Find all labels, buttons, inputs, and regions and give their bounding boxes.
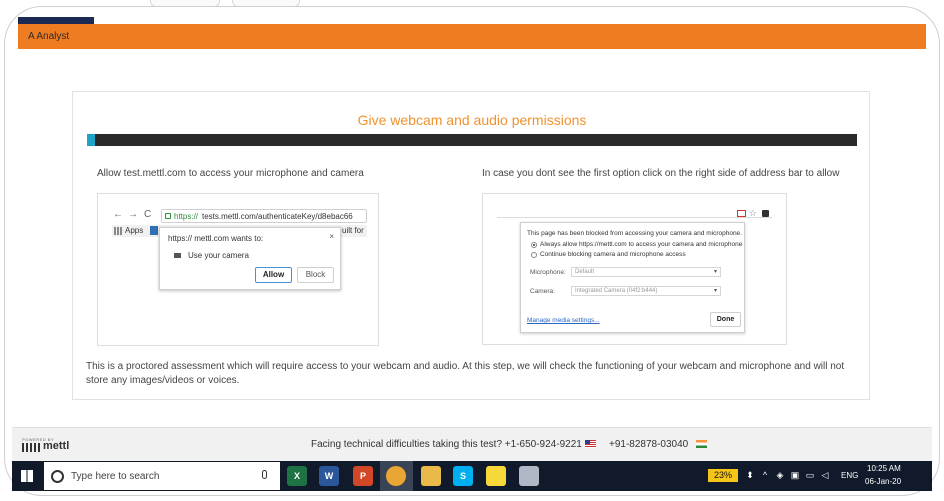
url-path: tests.mettl.com/authenticateKey/d8ebac66 bbox=[202, 212, 353, 221]
windows-start-icon[interactable] bbox=[21, 470, 33, 482]
right-instruction: In case you dont see the first option cl… bbox=[482, 168, 840, 179]
chevron-down-icon: ▾ bbox=[713, 288, 717, 294]
permissions-card: Give webcam and audio permissions Allow … bbox=[72, 91, 870, 400]
bookmark-favicon-icon bbox=[150, 226, 158, 235]
support-phone-india: +91-82878-03040 bbox=[609, 439, 689, 450]
bookmark-apps: Apps bbox=[125, 226, 144, 235]
volume-muted-icon[interactable]: ◁ bbox=[820, 470, 830, 481]
clock-time[interactable]: 10:25 AM bbox=[867, 464, 901, 473]
app-title: A Analyst bbox=[28, 31, 70, 42]
example-address-row: ← → C https:// tests.mettl.com/authentic… bbox=[113, 209, 368, 223]
clock-date[interactable]: 06-Jan-20 bbox=[865, 477, 901, 486]
allow-prompt-example: ← → C https:// tests.mettl.com/authentic… bbox=[97, 193, 379, 346]
microphone-value: Default bbox=[575, 269, 595, 275]
support-text: Facing technical difficulties taking thi… bbox=[311, 439, 582, 450]
back-arrow-icon: ← bbox=[113, 209, 123, 220]
close-icon: × bbox=[329, 232, 334, 241]
option-allow: Always allow https://mettl.com to access… bbox=[540, 241, 743, 248]
powerpoint-app-icon[interactable]: P bbox=[353, 466, 373, 486]
forward-arrow-icon: → bbox=[128, 209, 138, 220]
sticky-notes-app-icon[interactable] bbox=[486, 466, 506, 486]
step-progress-fill bbox=[87, 134, 95, 146]
radio-block bbox=[531, 252, 537, 258]
camera-blocked-icon bbox=[737, 210, 746, 217]
chevron-down-icon: ▾ bbox=[713, 269, 717, 275]
india-flag-icon bbox=[696, 440, 707, 448]
prompt-permission: Use your camera bbox=[188, 251, 249, 260]
camera-label: Camera: bbox=[530, 288, 555, 295]
permission-prompt: https:// mettl.com wants to: × Use your … bbox=[159, 227, 341, 290]
input-language[interactable]: ENG bbox=[841, 471, 858, 480]
reload-icon: C bbox=[144, 209, 152, 220]
microphone-icon[interactable] bbox=[262, 470, 267, 479]
us-flag-icon bbox=[585, 440, 596, 448]
apps-grid-icon bbox=[114, 227, 122, 235]
step-progress-bar bbox=[87, 134, 857, 146]
card-heading: Give webcam and audio permissions bbox=[357, 112, 587, 128]
cortana-icon bbox=[51, 470, 64, 483]
star-icon: ☆ bbox=[749, 208, 758, 218]
example-address-bar: https:// tests.mettl.com/authenticateKey… bbox=[161, 209, 367, 223]
url-scheme: https:// bbox=[174, 212, 199, 221]
paint-app-icon[interactable] bbox=[519, 466, 539, 486]
lock-icon bbox=[165, 213, 171, 219]
extension-icon bbox=[762, 210, 769, 217]
microphone-label: Microphone: bbox=[530, 269, 566, 276]
bookmark-trailing: uilt for bbox=[342, 226, 364, 235]
option-block: Continue blocking camera and microphone … bbox=[540, 251, 686, 258]
screenshot: A Analyst Give webcam and audio permissi… bbox=[0, 0, 944, 501]
word-app-icon[interactable]: W bbox=[319, 466, 339, 486]
shield-icon[interactable]: ◈ bbox=[775, 470, 785, 481]
proctoring-disclaimer: This is a proctored assessment which wil… bbox=[86, 361, 845, 386]
camera-select: Integrated Camera (04f2:b444) ▾ bbox=[571, 286, 721, 296]
blocked-settings-example: ☆ This page has been blocked from access… bbox=[482, 193, 787, 345]
usb-icon[interactable]: ⬍ bbox=[745, 470, 755, 481]
microphone-select: Default ▾ bbox=[571, 267, 721, 277]
excel-app-icon[interactable]: X bbox=[287, 466, 307, 486]
windows-taskbar: Type here to search XWP S 23% ⬍ ^ ◈ ▣ ▭ ◁… bbox=[12, 461, 932, 491]
left-instruction: Allow test.mettl.com to access your micr… bbox=[97, 168, 364, 179]
example-block-button: Block bbox=[297, 267, 334, 283]
mettl-logo: mettl bbox=[43, 440, 70, 452]
camera-value: Integrated Camera (04f2:b444) bbox=[575, 288, 658, 294]
security-icon[interactable]: ▣ bbox=[790, 470, 800, 481]
prompt-title: https:// mettl.com wants to: bbox=[168, 234, 264, 243]
file-explorer-app-icon[interactable] bbox=[421, 466, 441, 486]
network-icon[interactable]: ▭ bbox=[805, 470, 815, 481]
taskbar-search-input[interactable]: Type here to search bbox=[44, 462, 280, 490]
popup-title: This page has been blocked from accessin… bbox=[527, 230, 742, 237]
search-placeholder: Type here to search bbox=[71, 471, 160, 482]
example-address-bar: ☆ bbox=[497, 208, 772, 218]
battery-indicator[interactable]: 23% bbox=[708, 469, 738, 482]
radio-allow bbox=[531, 242, 537, 248]
example-done-button: Done bbox=[710, 312, 741, 327]
chevron-up-icon[interactable]: ^ bbox=[760, 470, 770, 481]
media-settings-popup: This page has been blocked from accessin… bbox=[520, 222, 745, 333]
mettl-logo-icon bbox=[22, 443, 42, 452]
camera-icon bbox=[174, 253, 181, 258]
chrome-app-icon[interactable] bbox=[386, 466, 406, 486]
app-header-bar: A Analyst bbox=[18, 24, 926, 49]
manage-media-link: Manage media settings... bbox=[527, 317, 600, 324]
example-allow-button: Allow bbox=[255, 267, 292, 283]
skype-app-icon[interactable]: S bbox=[453, 466, 473, 486]
support-footer: POWERED BY mettl Facing technical diffic… bbox=[12, 427, 932, 461]
